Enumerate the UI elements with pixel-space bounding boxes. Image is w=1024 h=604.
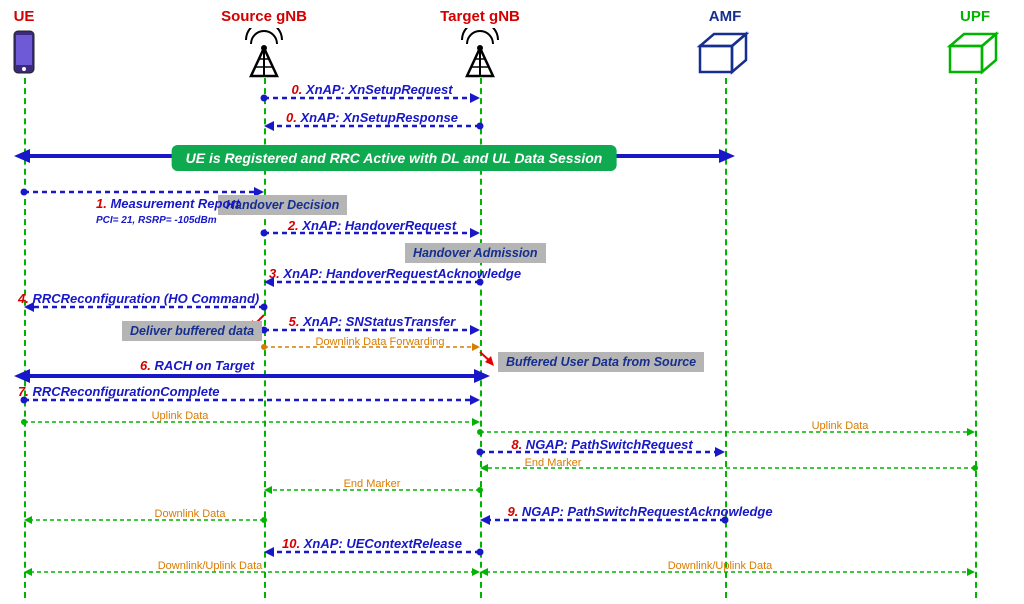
label-end-marker-2: End Marker [344,478,401,490]
label-dl-data: Downlink Data [155,508,226,520]
msg-xn-setup-response: 0. XnAP: XnSetupResponse [286,110,458,125]
msg-measurement-report: 1. Measurement Report PCI= 21, RSRP= -10… [96,196,240,226]
actor-target-gnb: Target gNB [440,8,520,25]
msg-ue-context-release: 10. XnAP: UEContextRelease [282,536,462,551]
actor-ue: UE [14,8,35,25]
label-dlul-2: Downlink/Uplink Data [668,560,773,572]
label-dl-forwarding: Downlink Data Forwarding [316,336,445,348]
actor-upf: UPF [960,8,990,25]
label-end-marker: End Marker [525,457,582,469]
msg-rrc-reconf-complete: 7. RRCReconfigurationComplete [18,384,220,399]
antenna-icon [241,28,287,83]
box-icon [944,28,1006,81]
msg-rrc-reconfiguration: 4. RRCReconfiguration (HO Command) [18,291,259,306]
antenna-icon [457,28,503,83]
msg-path-switch-ack: 9. NGAP: PathSwitchRequestAcknowledge [507,504,772,519]
actor-amf: AMF [709,8,742,25]
label-ul-data-2: Uplink Data [812,420,869,432]
msg-handover-request: 2. XnAP: HandoverRequest [288,218,456,233]
msg-sn-status-transfer: 5. XnAP: SNStatusTransfer [289,314,456,329]
note-deliver: Deliver buffered data [122,321,262,341]
msg-handover-request-ack: 3. XnAP: HandoverRequestAcknowledge [269,266,521,281]
msg-path-switch-request: 8. NGAP: PathSwitchRequest [511,437,692,452]
phone-icon [13,30,35,79]
actor-source-gnb: Source gNB [221,8,307,25]
label-dlul: Downlink/Uplink Data [158,560,263,572]
label-ul-data: Uplink Data [152,410,209,422]
note-buffered: Buffered User Data from Source [498,352,704,372]
box-icon [694,28,756,81]
msg-rach: 6. RACH on Target [140,358,254,373]
msg-xn-setup-request: 0. XnAP: XnSetupRequest [291,82,452,97]
banner-active: UE is Registered and RRC Active with DL … [172,145,617,171]
note-ho-admission: Handover Admission [405,243,546,263]
